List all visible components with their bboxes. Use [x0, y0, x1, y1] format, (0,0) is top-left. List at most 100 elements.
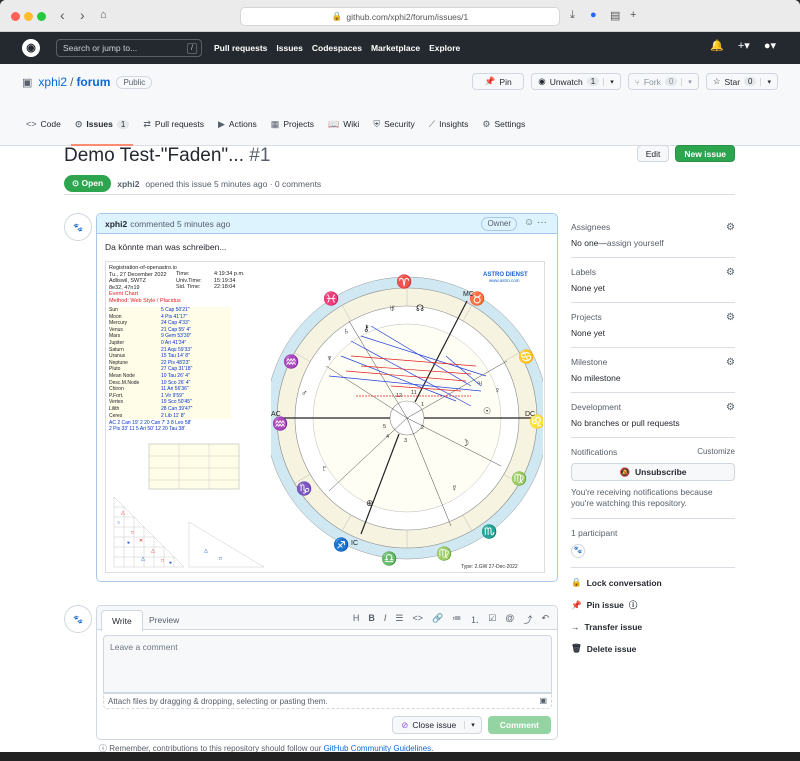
close-window-button[interactable]: [11, 12, 20, 21]
link-icon[interactable]: 🔗: [432, 613, 443, 626]
comment-author-link[interactable]: xphi2: [105, 219, 127, 229]
transfer-issue-link[interactable]: → Transfer issue: [571, 622, 735, 632]
comment-textarea[interactable]: Leave a comment: [103, 635, 552, 693]
avatar[interactable]: 🐾: [64, 213, 92, 241]
svg-text:♀: ♀: [494, 385, 501, 395]
mention-icon[interactable]: @: [505, 613, 514, 626]
customize-link[interactable]: Customize: [697, 447, 735, 456]
shield-icon: ⛨: [373, 118, 381, 129]
undo-icon[interactable]: ↶: [541, 613, 549, 626]
tab-insights[interactable]: ⟋ Insights: [429, 113, 469, 135]
time-label: Sid. Time:: [176, 284, 201, 290]
avatar[interactable]: 🐾: [64, 605, 92, 633]
code-icon[interactable]: <>: [412, 613, 423, 626]
comment-button[interactable]: Comment: [487, 716, 551, 734]
comment-time[interactable]: commented 5 minutes ago: [130, 219, 230, 229]
bold-icon[interactable]: B: [368, 613, 375, 626]
tab-issues[interactable]: ⊙ Issues 1: [70, 113, 134, 146]
sidebar-icon[interactable]: ▤: [610, 9, 620, 22]
task-list-icon[interactable]: ☑: [488, 613, 496, 626]
avatar[interactable]: ●▾: [764, 39, 776, 52]
planet-row: Venus 21 Cap 55' 4": [109, 327, 231, 334]
astrology-chart-image[interactable]: Registration-of-openastro.io Tu., 27 Dec…: [105, 261, 545, 573]
issue-author-link[interactable]: xphi2: [117, 179, 139, 189]
create-new-icon[interactable]: +▾: [738, 39, 750, 52]
info-icon[interactable]: ⓘ: [629, 599, 638, 611]
assign-yourself-link[interactable]: assign yourself: [607, 238, 664, 248]
chevron-down-icon[interactable]: ▾: [464, 721, 481, 729]
nav-marketplace[interactable]: Marketplace: [371, 43, 420, 53]
italic-icon[interactable]: I: [384, 613, 387, 626]
gear-icon[interactable]: ⚙: [726, 357, 735, 368]
tab-settings[interactable]: ⚙ Settings: [482, 113, 525, 135]
bullet-list-icon[interactable]: ≔: [452, 613, 461, 626]
nav-pull-requests[interactable]: Pull requests: [214, 43, 267, 53]
gear-icon[interactable]: ⚙: [726, 267, 735, 278]
natal-chart-wheel: ♈♋♎♒ ♉♍♑♍ ♓♌♐♒♏ ♄♆♃♀♅☊⚷♂☉♇⊕☿☽ 122345111 …: [271, 268, 543, 570]
markdown-icon[interactable]: ▣: [539, 696, 547, 705]
minimize-window-button[interactable]: [24, 12, 33, 21]
svg-text:☊: ☊: [416, 303, 424, 313]
repo-icon: ▣: [22, 76, 33, 89]
guidelines-link[interactable]: GitHub Community Guidelines: [324, 744, 432, 752]
lock-conversation-link[interactable]: 🔒 Lock conversation: [571, 577, 735, 588]
delete-issue-link[interactable]: 🗑 Delete issue: [571, 643, 735, 654]
info-icon: ⓘ: [99, 744, 107, 752]
github-logo-icon[interactable]: ◉: [22, 39, 40, 57]
bell-icon[interactable]: 🔔: [710, 39, 724, 52]
pin-button[interactable]: 📌 Pin: [472, 73, 525, 90]
back-icon[interactable]: ‹: [60, 8, 65, 22]
planet-position: 11 Ari 56'36": [161, 386, 189, 393]
planet-name: Uranus: [109, 353, 126, 360]
gear-icon[interactable]: ⚙: [726, 402, 735, 413]
home-icon[interactable]: ⌂: [100, 9, 107, 21]
avatar[interactable]: 🐾: [571, 544, 585, 558]
chevron-down-icon[interactable]: ▾: [603, 77, 614, 86]
extension-icon[interactable]: ●: [590, 9, 597, 21]
unwatch-button[interactable]: ◉ Unwatch 1 ▾: [531, 73, 621, 90]
tab-projects[interactable]: ▦ Projects: [271, 113, 314, 135]
attach-files-area[interactable]: Attach files by dragging & dropping, sel…: [103, 693, 552, 709]
unsubscribe-button[interactable]: 🔕 Unsubscribe: [571, 463, 735, 481]
comment-text: Da könnte man was schreiben...: [105, 242, 227, 252]
markdown-toolbar: H B I ☰ <> 🔗 ≔ ⒈ ☑ @ ⤴ ↶: [353, 613, 549, 626]
new-tab-icon[interactable]: +: [630, 9, 636, 21]
tab-code[interactable]: <> Code: [26, 113, 61, 135]
edit-button[interactable]: Edit: [636, 145, 670, 162]
address-bar[interactable]: 🔒 github.com/xphi2/forum/issues/1: [240, 7, 560, 26]
chevron-down-icon[interactable]: ▾: [760, 77, 771, 86]
reference-icon[interactable]: ⤴: [523, 613, 532, 626]
tab-write[interactable]: Write: [101, 610, 143, 631]
smiley-icon[interactable]: ☺: [524, 217, 534, 228]
new-issue-button[interactable]: New issue: [675, 145, 735, 162]
gear-icon[interactable]: ⚙: [726, 222, 735, 233]
tab-preview[interactable]: Preview: [139, 610, 189, 631]
tab-actions[interactable]: ▶ Actions: [218, 113, 257, 135]
search-input[interactable]: Search or jump to... /: [56, 39, 202, 57]
fork-button[interactable]: ⑂ Fork 0 ▾: [627, 73, 699, 90]
nav-codespaces[interactable]: Codespaces: [312, 43, 362, 53]
nav-explore[interactable]: Explore: [429, 43, 460, 53]
heading-icon[interactable]: H: [353, 613, 360, 626]
kebab-menu-icon[interactable]: ···: [537, 217, 547, 228]
chevron-down-icon[interactable]: ▾: [681, 77, 692, 86]
gear-icon[interactable]: ⚙: [726, 312, 735, 323]
star-button[interactable]: ☆ Star 0 ▾: [705, 73, 778, 90]
tab-security[interactable]: ⛨ Security: [373, 113, 414, 135]
repo-owner-link[interactable]: xphi2: [38, 75, 67, 89]
planet-row: Sun 5 Cap 50'21": [109, 307, 231, 314]
planet-name: Jupiter: [109, 339, 125, 346]
nav-issues[interactable]: Issues: [276, 43, 302, 53]
tab-wiki[interactable]: 📖 Wiki: [328, 113, 359, 135]
planet-name: Mercury: [109, 320, 128, 327]
download-icon[interactable]: ⤓: [570, 9, 575, 22]
quote-icon[interactable]: ☰: [395, 613, 403, 626]
repo-name-link[interactable]: forum: [76, 75, 110, 89]
maximize-window-button[interactable]: [37, 12, 46, 21]
pin-issue-link[interactable]: 📌 Pin issue ⓘ: [571, 599, 735, 611]
numbered-list-icon[interactable]: ⒈: [470, 613, 479, 626]
planet-name: Ceres: [109, 412, 123, 419]
forward-icon[interactable]: ›: [80, 8, 85, 22]
tab-pull-requests[interactable]: ⇄ Pull requests: [143, 113, 204, 135]
close-issue-button[interactable]: ⊘ Close issue ▾: [392, 716, 482, 734]
